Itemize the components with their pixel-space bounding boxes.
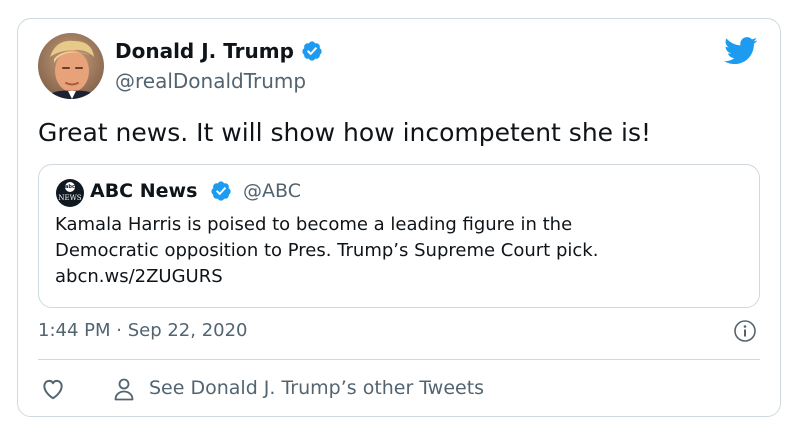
author-handle[interactable]: @realDonaldTrump — [115, 67, 306, 95]
info-icon[interactable] — [733, 319, 757, 343]
quoted-author-handle[interactable]: @ABC — [243, 177, 301, 205]
quoted-tweet[interactable]: abc NEWS ABC News @ABC Kamala Harris is … — [38, 164, 760, 308]
quoted-avatar[interactable]: abc NEWS — [56, 179, 84, 207]
verified-badge-icon — [211, 181, 231, 201]
quoted-tweet-text: Kamala Harris is poised to become a lead… — [55, 212, 598, 290]
quoted-link[interactable]: abcn.ws/2ZUGURS — [55, 264, 598, 290]
quoted-text-line: Democratic opposition to Pres. Trump’s S… — [55, 240, 599, 261]
tweet-timestamp[interactable]: 1:44 PM · Sep 22, 2020 — [38, 317, 248, 345]
person-icon[interactable] — [112, 376, 136, 402]
twitter-bird-icon[interactable] — [724, 37, 758, 65]
verified-badge-icon — [302, 41, 322, 61]
tweet-card: Donald J. Trump @realDonaldTrump Great n… — [17, 18, 781, 417]
avatar[interactable] — [38, 33, 104, 99]
abc-logo: abc — [65, 182, 75, 192]
quoted-author-name[interactable]: ABC News — [90, 177, 197, 205]
quoted-text-line: Kamala Harris is poised to become a lead… — [55, 214, 573, 235]
abc-logo-news: NEWS — [58, 194, 82, 202]
tweet-text: Great news. It will show how incompetent… — [38, 118, 651, 147]
see-other-tweets-link[interactable]: See Donald J. Trump’s other Tweets — [149, 374, 484, 402]
heart-icon[interactable] — [40, 376, 66, 402]
author-name[interactable]: Donald J. Trump — [115, 37, 294, 65]
divider — [38, 359, 760, 360]
